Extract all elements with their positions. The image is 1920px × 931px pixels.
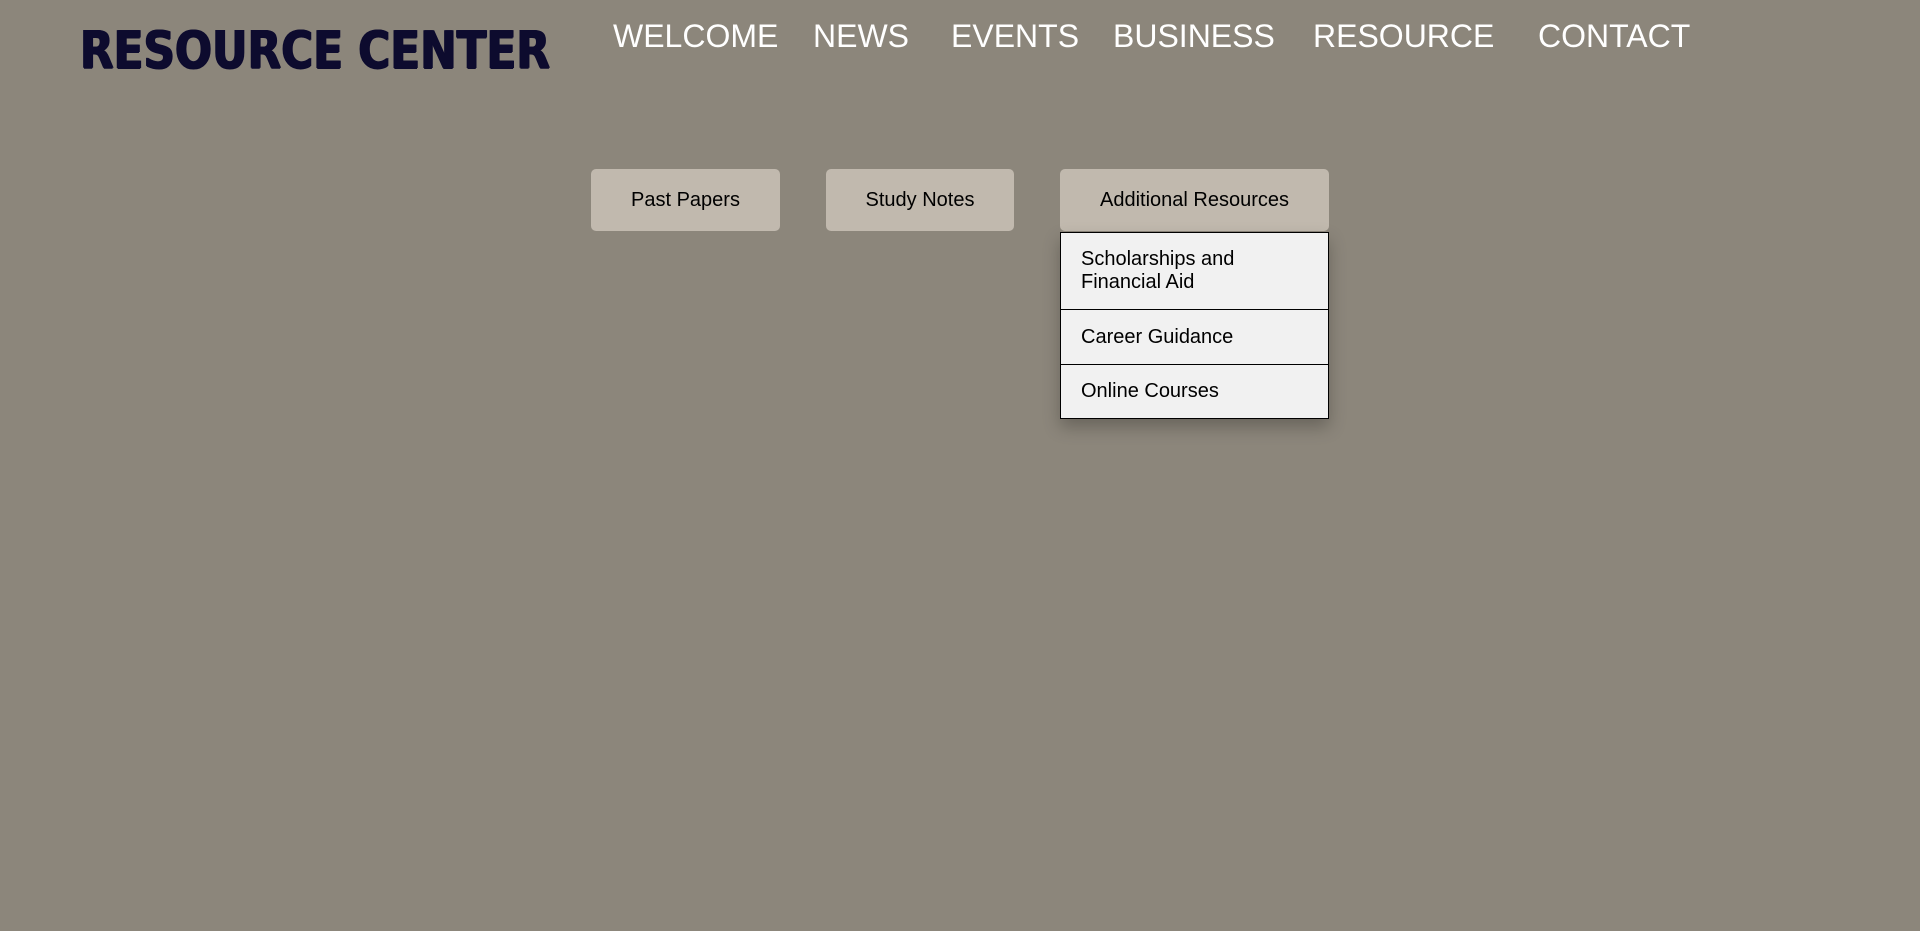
nav-link-news[interactable]: NEWS — [813, 16, 909, 56]
nav-link-resource[interactable]: RESOURCE — [1313, 16, 1494, 56]
additional-resources-button[interactable]: Additional Resources — [1060, 169, 1329, 231]
dropdown-item-label: Scholarships and Financial Aid — [1081, 248, 1235, 293]
nav-link-contact[interactable]: CONTACT — [1538, 16, 1690, 56]
dropdown-item-label: Career Guidance — [1081, 325, 1234, 348]
dropdown-item-label: Online Courses — [1081, 380, 1219, 402]
nav-link-welcome[interactable]: WELCOME — [613, 16, 778, 56]
additional-resources-dropdown: Scholarships and Financial Aid Career Gu… — [1060, 232, 1329, 419]
dropdown-item-scholarships[interactable]: Scholarships and Financial Aid — [1060, 232, 1329, 310]
nav-link-events[interactable]: EVENTS — [951, 16, 1079, 56]
study-notes-button[interactable]: Study Notes — [826, 169, 1014, 231]
page: RESOURCE CENTER WELCOME NEWS EVENTS BUSI… — [0, 0, 1920, 931]
dropdown-item-career-guidance[interactable]: Career Guidance — [1060, 310, 1329, 365]
main-nav: WELCOME NEWS EVENTS BUSINESS RESOURCE CO… — [0, 16, 1920, 56]
nav-link-business[interactable]: BUSINESS — [1113, 16, 1275, 56]
past-papers-button[interactable]: Past Papers — [591, 169, 780, 231]
dropdown-item-online-courses[interactable]: Online Courses — [1060, 365, 1329, 419]
